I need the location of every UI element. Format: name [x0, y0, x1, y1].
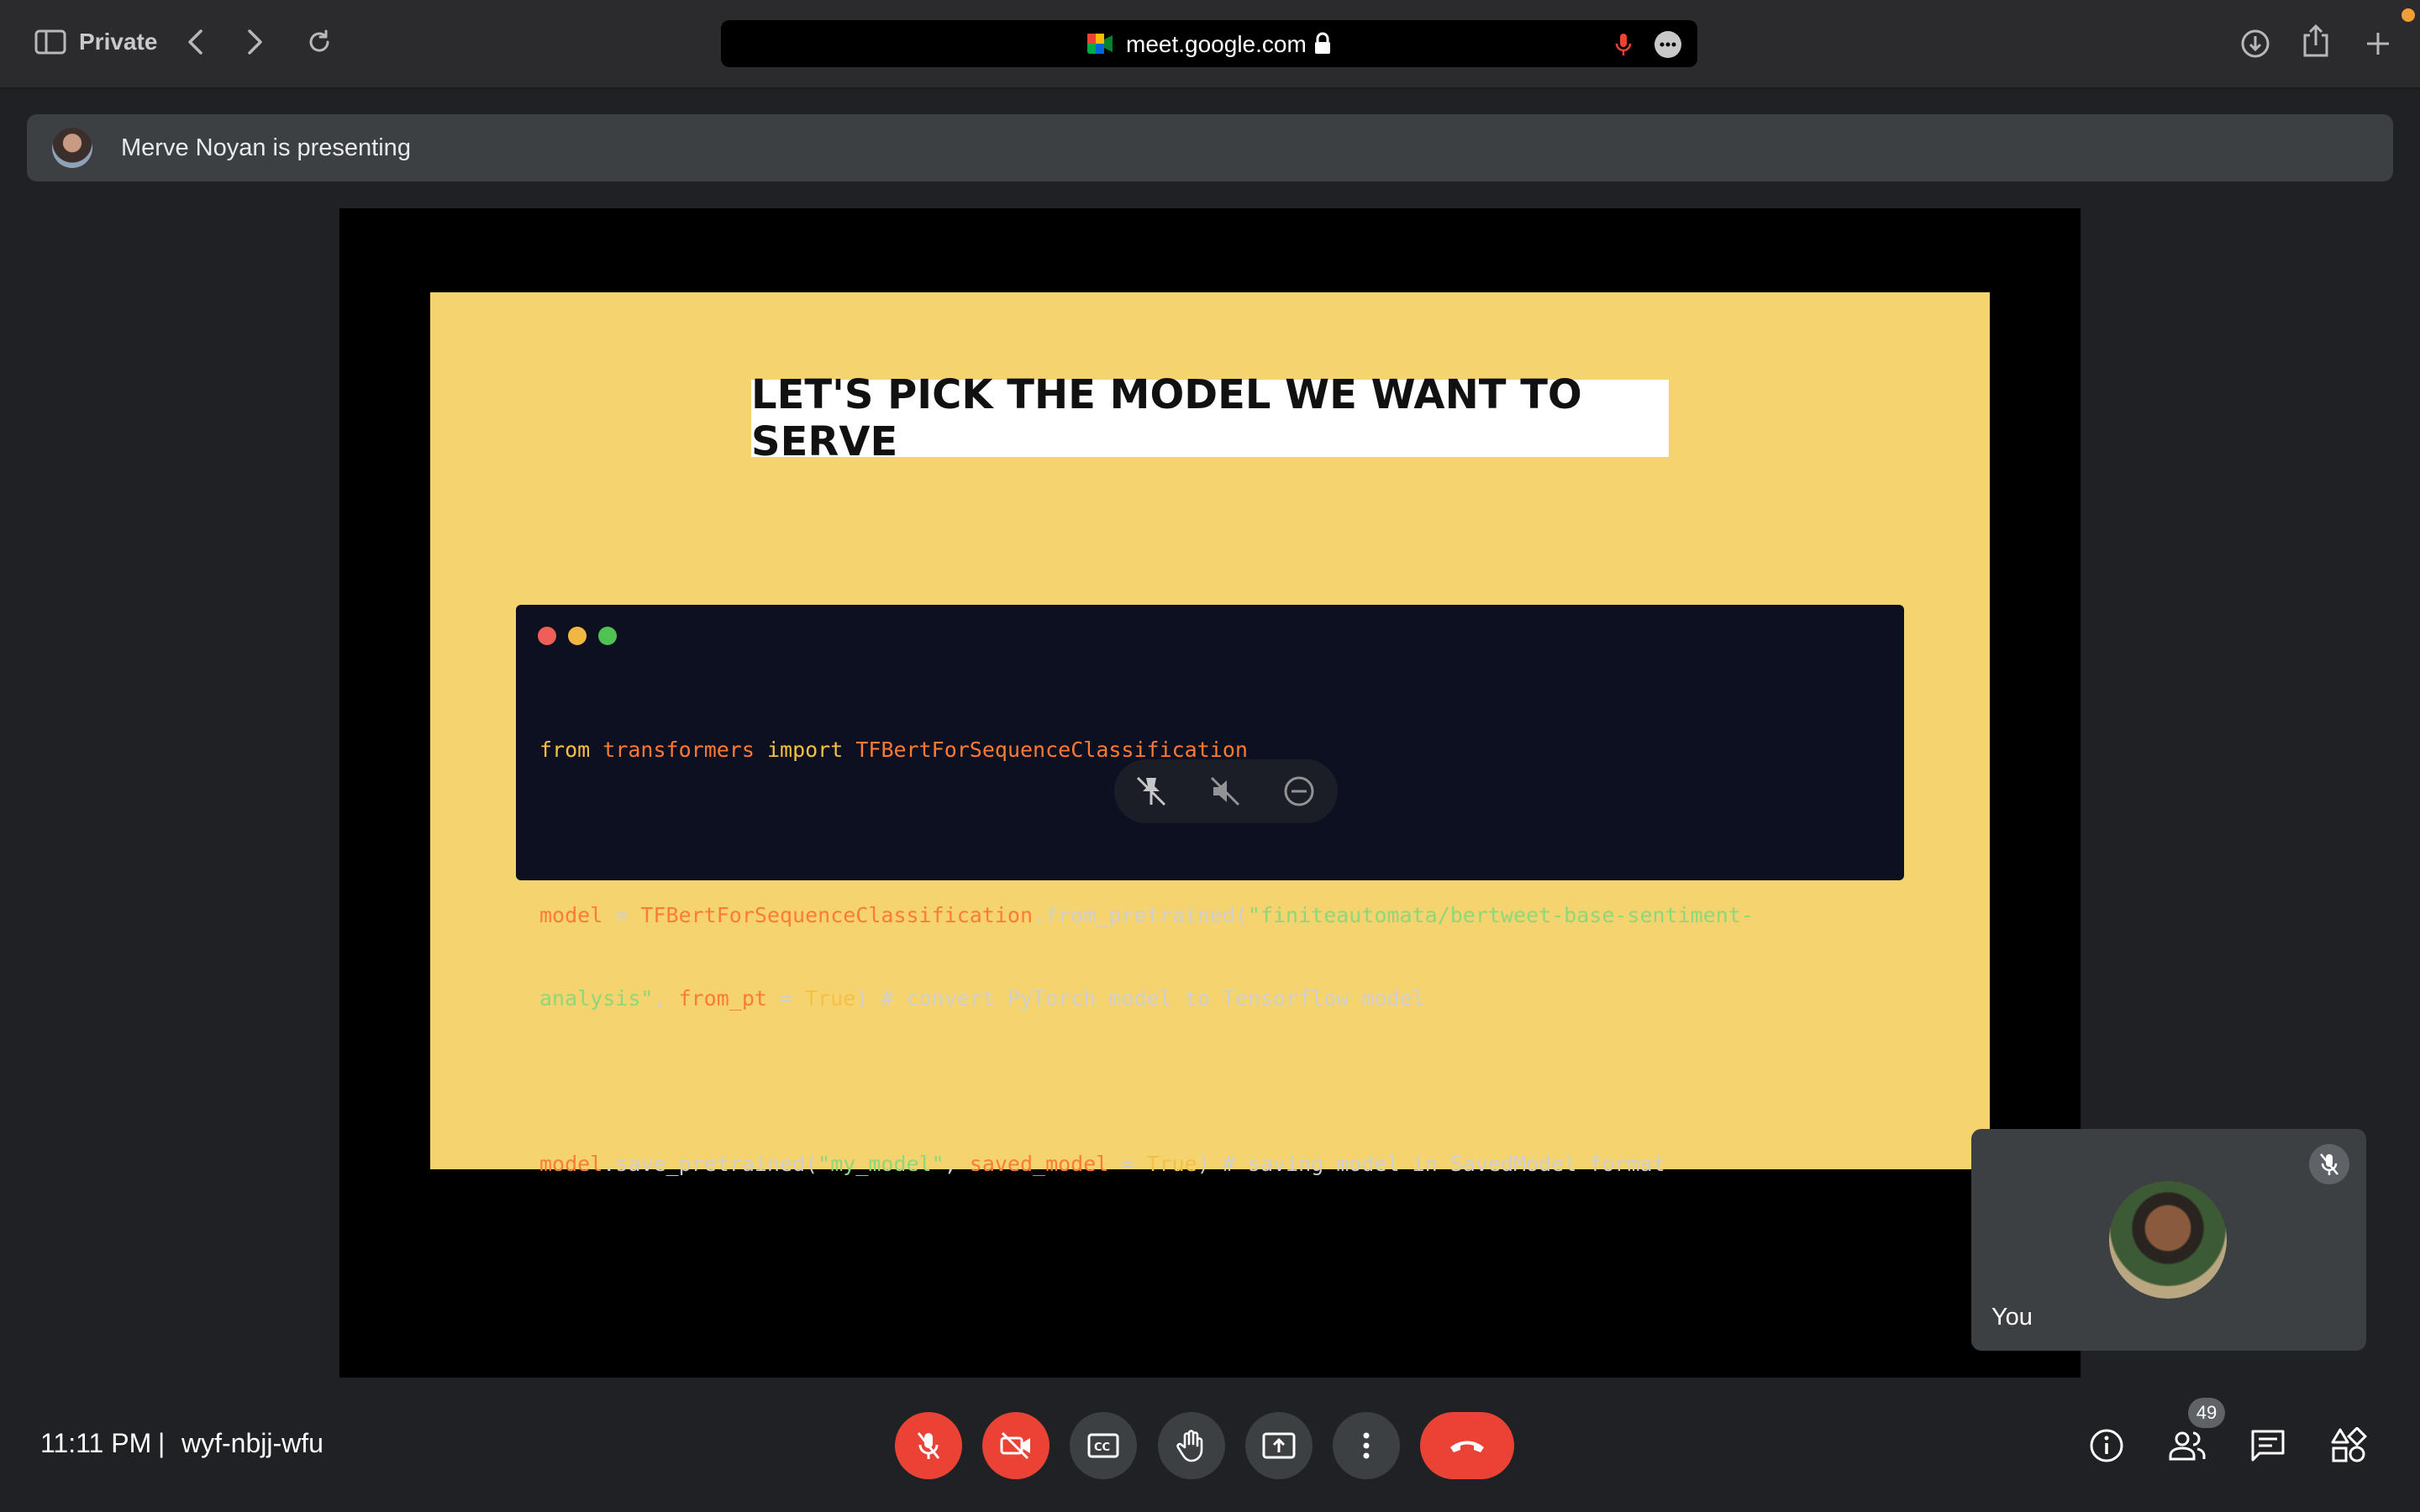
code-token: import	[766, 738, 844, 762]
people-icon	[2169, 1431, 2206, 1461]
code-token: from_pt	[678, 986, 767, 1011]
participant-count-badge: 49	[2188, 1398, 2225, 1428]
window-close-dot	[538, 627, 556, 645]
self-video-tile[interactable]: You	[1971, 1129, 2366, 1351]
code-line-4: model.save_pretrained("my_model", saved_…	[539, 1150, 1754, 1178]
activities-shapes-icon	[2331, 1427, 2367, 1462]
code-token: saved_model	[969, 1152, 1109, 1176]
presentation-stage: LET'S PICK THE MODEL WE WANT TO SERVE fr…	[339, 208, 2081, 1378]
window-maximize-dot	[598, 627, 617, 645]
code-token: "my_model"	[818, 1152, 944, 1176]
reload-icon[interactable]	[301, 24, 338, 60]
meeting-code: wyf-nbjj-wfu	[182, 1428, 324, 1458]
presenting-banner: Merve Noyan is presenting	[27, 114, 2393, 181]
slide-title: LET'S PICK THE MODEL WE WANT TO SERVE	[751, 371, 1582, 465]
private-mode-label[interactable]: Private	[79, 29, 157, 55]
code-token: True	[1146, 1152, 1197, 1176]
code-token: .save_pretrained(	[602, 1152, 818, 1176]
mic-off-icon	[2309, 1144, 2349, 1184]
notification-dot	[2402, 8, 2415, 22]
meeting-time: 11:11 PM	[40, 1428, 152, 1458]
present-screen-button[interactable]	[1245, 1412, 1313, 1479]
remove-icon[interactable]	[1282, 774, 1316, 808]
self-avatar	[2109, 1181, 2227, 1299]
meeting-info-separator: |	[158, 1428, 166, 1458]
address-bar[interactable]: meet.google.com	[721, 20, 1697, 67]
mute-audio-icon[interactable]	[1208, 774, 1242, 808]
share-icon[interactable]	[2296, 20, 2336, 60]
raise-hand-button[interactable]	[1158, 1412, 1225, 1479]
captions-icon: CC	[1087, 1433, 1119, 1458]
new-tab-plus-icon[interactable]	[2358, 24, 2398, 64]
hand-icon	[1176, 1430, 1203, 1462]
code-token: analysis"	[539, 986, 654, 1011]
more-vert-icon	[1363, 1432, 1370, 1459]
code-token: ) # convert PyTorch model to Tensorflow …	[855, 986, 1425, 1011]
code-token: TFBertForSequenceClassification	[640, 903, 1034, 927]
chat-icon	[2251, 1430, 2285, 1462]
chat-button[interactable]	[2245, 1423, 2291, 1468]
code-token: "finiteautomata/bertweet-base-sentiment-	[1247, 903, 1754, 927]
code-token: =	[766, 986, 806, 1011]
google-meet-favicon-icon	[1087, 34, 1113, 54]
code-token: model	[539, 1152, 603, 1176]
pin-off-icon[interactable]	[1134, 774, 1168, 808]
browser-toolbar: Private meet.google.com	[0, 0, 2420, 89]
presenter-avatar	[52, 128, 92, 168]
mic-in-use-icon[interactable]	[1615, 32, 1632, 61]
url-text: meet.google.com	[1126, 31, 1307, 57]
info-icon	[2090, 1429, 2123, 1462]
code-token: ) # saving model in SavedModel format	[1197, 1152, 1665, 1176]
more-options-button[interactable]	[1333, 1412, 1400, 1479]
self-label: You	[1991, 1304, 2033, 1331]
camera-toggle-button[interactable]	[982, 1412, 1050, 1479]
meeting-details-button[interactable]	[2084, 1423, 2129, 1468]
code-window: from transformers import TFBertForSequen…	[516, 605, 1904, 1176]
code-token: =	[1108, 1152, 1147, 1176]
code-token: ,	[653, 986, 679, 1011]
code-token: from	[539, 738, 591, 762]
hang-up-icon	[1450, 1441, 1484, 1452]
slide-title-box: LET'S PICK THE MODEL WE WANT TO SERVE	[751, 371, 1669, 465]
leave-call-button[interactable]	[1420, 1412, 1514, 1479]
tile-hover-controls	[1114, 759, 1338, 823]
mic-off-icon	[917, 1432, 940, 1459]
forward-arrow-icon[interactable]	[237, 24, 274, 60]
shared-slide: LET'S PICK THE MODEL WE WANT TO SERVE fr…	[430, 292, 1990, 1176]
window-minimize-dot	[568, 627, 587, 645]
code-token: TFBertForSequenceClassification	[855, 738, 1248, 762]
code-line-3: analysis", from_pt = True) # convert PyT…	[539, 984, 1754, 1012]
code-token: .from_pretrained(	[1033, 903, 1248, 927]
svg-text:CC: CC	[1094, 1441, 1110, 1454]
page-menu-icon[interactable]	[1654, 30, 1682, 63]
code-token: transformers	[602, 738, 755, 762]
code-token: ,	[944, 1152, 970, 1176]
present-icon	[1262, 1432, 1296, 1459]
code-line-2: model = TFBertForSequenceClassification.…	[539, 901, 1754, 929]
code-token: True	[805, 986, 856, 1011]
microphone-toggle-button[interactable]	[895, 1412, 962, 1479]
back-arrow-icon[interactable]	[176, 24, 213, 60]
people-button[interactable]	[2165, 1423, 2210, 1468]
camera-off-icon	[1000, 1431, 1030, 1460]
download-icon[interactable]	[2235, 24, 2275, 64]
presenting-text: Merve Noyan is presenting	[121, 134, 411, 161]
lock-icon	[1314, 32, 1331, 60]
activities-button[interactable]	[2326, 1423, 2371, 1468]
code-token: model	[539, 903, 603, 927]
captions-button[interactable]: CC	[1070, 1412, 1137, 1479]
sidebar-toggle-icon[interactable]	[34, 27, 67, 57]
code-token: =	[602, 903, 641, 927]
